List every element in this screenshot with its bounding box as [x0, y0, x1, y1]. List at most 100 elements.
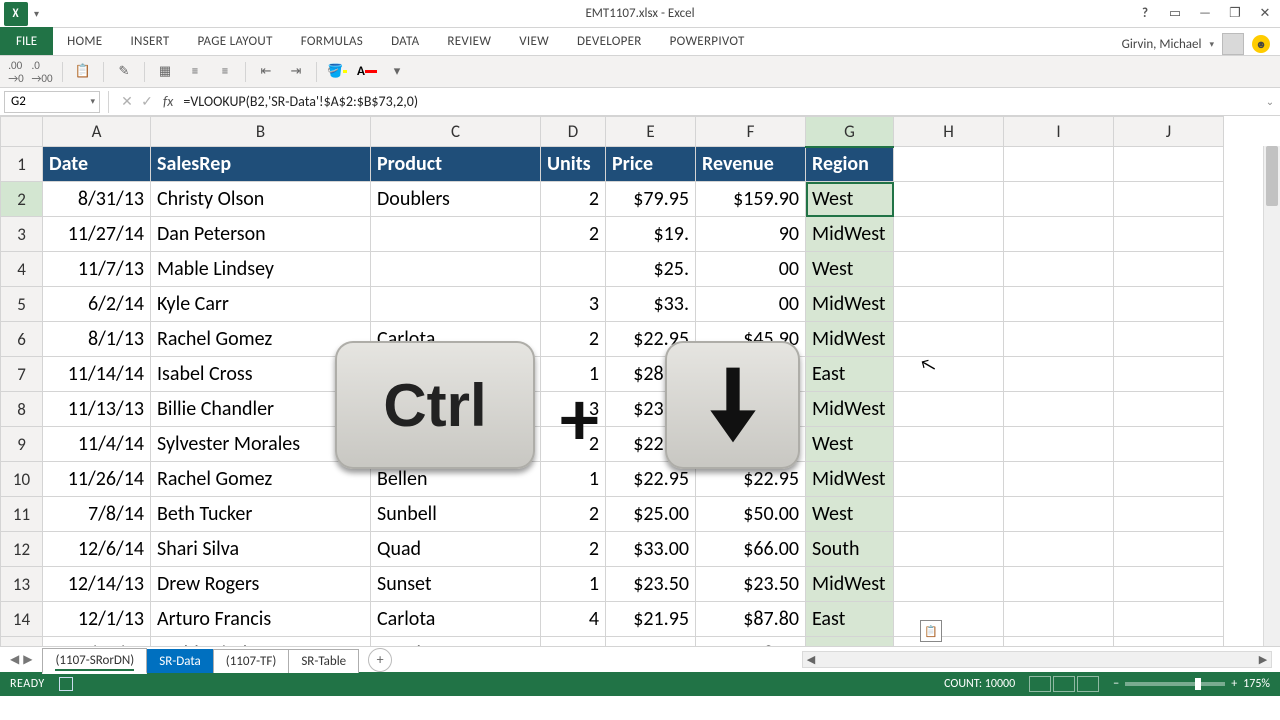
cell[interactable]: 8/1/13: [43, 322, 151, 357]
insert-tab[interactable]: INSERT: [116, 27, 183, 55]
empty-cell[interactable]: [1004, 462, 1114, 497]
cell[interactable]: 11/14/14: [43, 357, 151, 392]
cell[interactable]: Dan Peterson: [151, 217, 371, 252]
horizontal-scrollbar[interactable]: ◀ ▶: [802, 651, 1272, 668]
empty-cell[interactable]: [894, 567, 1004, 602]
cell[interactable]: $19.: [606, 217, 696, 252]
align-left-icon[interactable]: ≡: [185, 62, 205, 82]
cell[interactable]: 8/31/13: [43, 182, 151, 217]
cell[interactable]: $25.: [606, 252, 696, 287]
fx-icon[interactable]: fx: [163, 93, 173, 110]
cell[interactable]: MidWest: [806, 322, 894, 357]
empty-cell[interactable]: [1004, 567, 1114, 602]
format-painter-icon[interactable]: ✎: [114, 62, 134, 82]
cell[interactable]: MidWest: [806, 392, 894, 427]
empty-cell[interactable]: [1114, 462, 1224, 497]
developer-tab[interactable]: DEVELOPER: [563, 27, 656, 55]
cell[interactable]: West: [806, 252, 894, 287]
cell[interactable]: Mable Lindsey: [151, 637, 371, 647]
empty-cell[interactable]: [894, 322, 1004, 357]
cell[interactable]: MidWest: [806, 217, 894, 252]
empty-cell[interactable]: [1114, 322, 1224, 357]
cell[interactable]: Shari Silva: [151, 532, 371, 567]
cell[interactable]: 12/6/14: [43, 532, 151, 567]
col-header-D[interactable]: D: [541, 117, 606, 147]
header-cell[interactable]: Revenue: [696, 147, 806, 182]
cell[interactable]: 2: [541, 497, 606, 532]
empty-cell[interactable]: [894, 532, 1004, 567]
normal-view-icon[interactable]: [1029, 676, 1051, 692]
empty-cell[interactable]: [894, 392, 1004, 427]
col-header-B[interactable]: B: [151, 117, 371, 147]
empty-cell[interactable]: [1004, 637, 1114, 647]
col-header-F[interactable]: F: [696, 117, 806, 147]
avatar[interactable]: [1222, 33, 1244, 55]
empty-cell[interactable]: [894, 217, 1004, 252]
increase-indent-icon[interactable]: ⇥: [286, 62, 306, 82]
cell[interactable]: East: [806, 357, 894, 392]
home-tab[interactable]: HOME: [53, 27, 116, 55]
new-sheet-button[interactable]: +: [368, 648, 392, 672]
header-cell[interactable]: Product: [371, 147, 541, 182]
zoom-slider[interactable]: [1125, 682, 1225, 686]
formulas-tab[interactable]: FORMULAS: [287, 27, 377, 55]
row-header[interactable]: 6: [1, 322, 43, 357]
align-center-icon[interactable]: ≡: [215, 62, 235, 82]
ribbon-display-options-icon[interactable]: ▭: [1162, 4, 1188, 24]
cell[interactable]: 2: [541, 532, 606, 567]
col-header-H[interactable]: H: [894, 117, 1004, 147]
font-color-icon[interactable]: A: [357, 62, 377, 82]
cell[interactable]: $21.95: [606, 602, 696, 637]
macro-record-icon[interactable]: [59, 677, 73, 691]
sheet-tab[interactable]: (1107-SRorDN): [42, 648, 147, 674]
empty-cell[interactable]: [894, 252, 1004, 287]
cell[interactable]: 3: [541, 287, 606, 322]
zoom-out-icon[interactable]: −: [1113, 677, 1119, 691]
row-header[interactable]: 9: [1, 427, 43, 462]
minimize-icon[interactable]: —: [1192, 4, 1218, 24]
col-header-I[interactable]: I: [1004, 117, 1114, 147]
col-header-A[interactable]: A: [43, 117, 151, 147]
header-cell[interactable]: Price: [606, 147, 696, 182]
sheet-tab[interactable]: (1107-TF): [213, 649, 290, 673]
increase-decimal-icon[interactable]: .00→0: [6, 62, 26, 82]
empty-cell[interactable]: [1114, 392, 1224, 427]
cell[interactable]: 00: [696, 287, 806, 322]
empty-cell[interactable]: [1114, 567, 1224, 602]
empty-cell[interactable]: [1114, 287, 1224, 322]
cell[interactable]: [541, 252, 606, 287]
cell[interactable]: Christy Olson: [151, 182, 371, 217]
page-break-view-icon[interactable]: [1077, 676, 1099, 692]
cell[interactable]: $50.00: [696, 497, 806, 532]
cell[interactable]: Kyle Carr: [151, 287, 371, 322]
cell[interactable]: Mable Lindsey: [151, 252, 371, 287]
empty-cell[interactable]: [1114, 637, 1224, 647]
empty-cell[interactable]: [894, 147, 1004, 182]
cell[interactable]: 4: [541, 602, 606, 637]
empty-cell[interactable]: [1114, 252, 1224, 287]
expand-formula-bar-icon[interactable]: ⌄: [1260, 95, 1280, 108]
cell[interactable]: $34.00: [606, 637, 696, 647]
col-header-C[interactable]: C: [371, 117, 541, 147]
cell[interactable]: 11/11/14: [43, 637, 151, 647]
name-box[interactable]: G2 ▾: [4, 91, 100, 113]
feedback-smiley-icon[interactable]: ☻: [1252, 35, 1270, 53]
sheet-nav-prev-icon[interactable]: ◀: [10, 652, 19, 667]
cell[interactable]: Arturo Francis: [151, 602, 371, 637]
empty-cell[interactable]: [894, 357, 1004, 392]
empty-cell[interactable]: [1114, 602, 1224, 637]
cell[interactable]: Sunset: [371, 567, 541, 602]
cell[interactable]: [371, 217, 541, 252]
cell[interactable]: MidWest: [806, 462, 894, 497]
cell[interactable]: Drew Rogers: [151, 567, 371, 602]
cell[interactable]: Quad: [371, 532, 541, 567]
decrease-decimal-icon[interactable]: .0→00: [32, 62, 52, 82]
empty-cell[interactable]: [1004, 322, 1114, 357]
empty-cell[interactable]: [1004, 532, 1114, 567]
cell[interactable]: West: [806, 182, 894, 217]
empty-cell[interactable]: [1004, 602, 1114, 637]
cell[interactable]: West: [806, 637, 894, 647]
cell[interactable]: 2: [541, 637, 606, 647]
review-tab[interactable]: REVIEW: [433, 27, 505, 55]
view-tab[interactable]: VIEW: [505, 27, 563, 55]
